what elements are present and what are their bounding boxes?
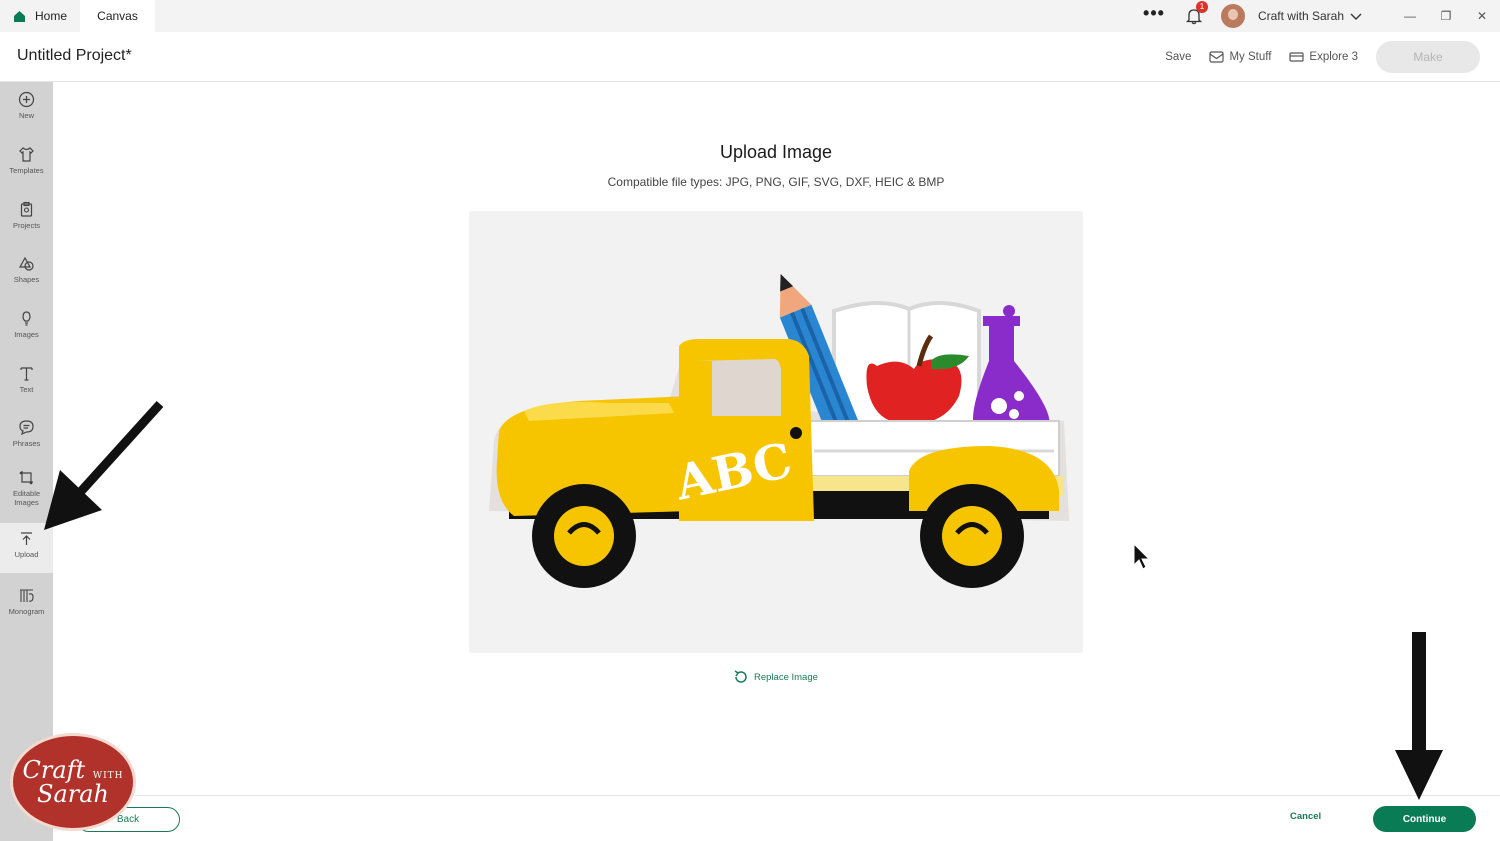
lightbulb-icon <box>22 311 31 326</box>
editable-image-icon <box>19 471 33 485</box>
title-bar: Home Canvas ••• 1 Craft with Sarah — ❐ ✕ <box>0 0 1500 32</box>
tshirt-icon <box>19 147 34 162</box>
sidebar-item-label: Images <box>14 330 39 339</box>
save-button[interactable]: Save <box>1165 51 1191 63</box>
clipboard-icon <box>20 201 33 217</box>
annotation-arrow-upload <box>44 400 164 530</box>
speech-bubble-icon <box>19 420 34 436</box>
refresh-icon <box>734 670 747 683</box>
sidebar-item-label: Upload <box>14 550 39 559</box>
project-header: Untitled Project* Save My Stuff Explore … <box>0 32 1500 82</box>
sidebar-item-label: Text <box>19 385 34 394</box>
make-button[interactable]: Make <box>1376 41 1480 73</box>
replace-image-label: Replace Image <box>754 671 818 683</box>
machine-selector[interactable]: Explore 3 <box>1289 51 1358 63</box>
chevron-down-icon[interactable] <box>1350 10 1362 22</box>
upload-title: Upload Image <box>719 142 833 162</box>
continue-button[interactable]: Continue <box>1373 806 1476 832</box>
inbox-icon <box>1209 51 1225 63</box>
home-icon <box>14 10 25 22</box>
avatar[interactable] <box>1220 4 1245 28</box>
user-name[interactable]: Craft with Sarah <box>1258 9 1344 23</box>
sidebar-item-templates[interactable]: Templates <box>0 146 53 192</box>
machine-icon <box>1289 52 1305 62</box>
monogram-icon <box>20 589 34 602</box>
sidebar-item-new[interactable]: New <box>0 91 53 137</box>
my-stuff-button[interactable]: My Stuff <box>1209 51 1271 63</box>
tab-home-label: Home <box>35 9 68 23</box>
sidebar-item-label: New <box>18 111 34 120</box>
tab-canvas[interactable]: Canvas <box>80 0 155 32</box>
plus-circle-icon <box>18 91 35 108</box>
cancel-button[interactable]: Cancel <box>1290 811 1321 822</box>
my-stuff-label: My Stuff <box>1229 51 1272 63</box>
text-icon <box>20 367 33 381</box>
sidebar-item-label: Templates <box>9 166 44 175</box>
restore-button[interactable]: ❐ <box>1428 9 1464 23</box>
tab-home[interactable]: Home <box>0 0 78 32</box>
mouse-cursor-icon <box>1133 543 1151 570</box>
sidebar-item-label: Phrases <box>12 439 41 448</box>
image-preview: ABC <box>469 211 1083 653</box>
uploaded-image: ABC <box>489 274 1069 588</box>
more-menu-button[interactable]: ••• <box>1143 4 1165 22</box>
machine-label: Explore 3 <box>1309 51 1358 63</box>
minimize-button[interactable]: — <box>1392 9 1428 23</box>
close-button[interactable]: ✕ <box>1464 9 1500 23</box>
tab-canvas-label: Canvas <box>97 9 138 23</box>
footer-divider <box>53 795 1500 796</box>
sidebar-item-label: Projects <box>12 221 41 230</box>
upload-icon <box>21 532 32 545</box>
annotation-arrow-continue <box>1395 632 1443 800</box>
logo-line2: Sarah <box>37 780 109 808</box>
shapes-icon <box>18 256 34 271</box>
sidebar-item-images[interactable]: Images <box>0 310 53 356</box>
compatible-file-types: Compatible file types: JPG, PNG, GIF, SV… <box>607 175 945 189</box>
craft-with-sarah-logo: Craft WITH Sarah <box>10 733 136 831</box>
project-title[interactable]: Untitled Project* <box>17 47 132 65</box>
notification-badge: 1 <box>1195 1 1208 13</box>
replace-image-button[interactable]: Replace Image <box>733 669 818 685</box>
notifications-button[interactable]: 1 <box>1185 1 1208 25</box>
save-label: Save <box>1165 51 1192 63</box>
sidebar-item-projects[interactable]: Projects <box>0 201 53 247</box>
sidebar-item-monogram[interactable]: Monogram <box>0 587 53 633</box>
sidebar-item-label: Shapes <box>13 275 40 284</box>
sidebar-item-label: Monogram <box>8 607 45 616</box>
sidebar-item-shapes[interactable]: Shapes <box>0 255 53 301</box>
